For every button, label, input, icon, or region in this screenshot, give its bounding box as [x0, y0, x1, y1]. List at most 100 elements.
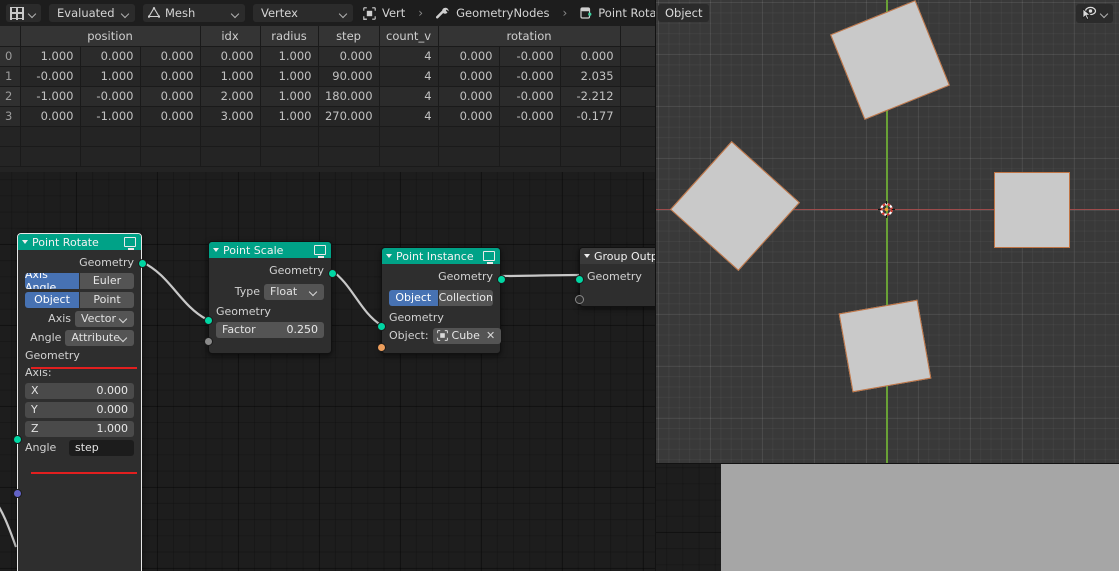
chevron-down-icon[interactable]	[1100, 9, 1109, 18]
socket-out-geometry[interactable]	[138, 259, 147, 268]
instance-bottom[interactable]	[838, 299, 932, 393]
3d-cursor-icon	[878, 201, 895, 218]
rotation-mode-euler[interactable]: Euler	[79, 272, 134, 289]
table-cell: 0.000	[438, 46, 500, 67]
column-header-count-v[interactable]: count_v	[379, 26, 439, 47]
table-cell: -2.212	[560, 86, 621, 107]
column-header-rotation[interactable]: rotation	[438, 26, 621, 47]
collapse-arrow-icon[interactable]	[386, 254, 392, 258]
node-point-scale-header[interactable]: Point Scale	[209, 242, 331, 258]
table-cell: 0.000	[438, 106, 500, 127]
node-point-rotate[interactable]: Point Rotate Geometry Axis Angle Euler O…	[13, 233, 147, 571]
viewport-visibility-filter[interactable]	[1076, 4, 1113, 23]
socket-in-geometry[interactable]	[377, 322, 386, 331]
socket-in-factor[interactable]	[204, 337, 213, 346]
angle-attribute-input[interactable]: step	[69, 439, 134, 456]
factor-field[interactable]: Factor 0.250	[216, 321, 324, 338]
socket-out-geometry[interactable]	[328, 269, 337, 278]
rotation-mode-axis-angle[interactable]: Axis Angle	[25, 272, 79, 289]
instance-left[interactable]	[670, 141, 800, 271]
viewport-3d[interactable]	[656, 0, 1119, 464]
table-cell-empty	[499, 146, 561, 167]
table-row[interactable]: 0 1.000 0.000 0.000 0.000 1.000 0.000 4 0.000 -0.…	[0, 46, 655, 67]
spreadsheet-data-region[interactable]: position idx radius step count_v rotatio…	[0, 26, 655, 172]
instance-source-object[interactable]: Object	[389, 289, 438, 306]
table-row[interactable]: 3 0.000 -1.000 0.000 3.000 1.000 270.000 4 0.000…	[0, 106, 655, 127]
node-preview-icon[interactable]	[483, 251, 495, 264]
viewport-mode-label[interactable]: Object	[658, 4, 710, 22]
link-instance-to-output	[500, 273, 580, 278]
table-cell: -0.000	[499, 86, 561, 107]
table-cell: 1.000	[260, 86, 319, 107]
node-preview-icon[interactable]	[314, 245, 326, 258]
node-point-scale[interactable]: Point Scale Geometry Type Float Geometry…	[204, 241, 337, 354]
axis-z-field[interactable]: Z 1.000	[25, 420, 134, 437]
socket-in-geometry[interactable]	[575, 275, 584, 284]
vertical-area-splitter[interactable]	[655, 0, 656, 571]
column-header-rownum[interactable]	[0, 26, 21, 47]
node-preview-icon[interactable]	[124, 237, 136, 250]
instance-right[interactable]	[994, 172, 1070, 248]
instance-source-collection[interactable]: Collection	[437, 289, 493, 306]
domain-select[interactable]: Vertex	[253, 4, 353, 22]
column-header-idx[interactable]: idx	[200, 26, 261, 47]
object-picker[interactable]: Cube ✕	[432, 327, 502, 344]
node-point-instance-header[interactable]: Point Instance	[382, 248, 500, 264]
table-cell: 1.000	[80, 66, 141, 87]
table-cell: -1.000	[20, 86, 81, 107]
instance-source-toggle[interactable]: Object Collection	[389, 289, 493, 306]
angle-input-type-select[interactable]: Attribute	[65, 329, 134, 346]
chevron-down-icon	[120, 334, 128, 342]
node-group-output-body: Geometry	[580, 264, 655, 290]
table-cell: 270.000	[318, 106, 380, 127]
socket-in-geometry[interactable]	[204, 316, 213, 325]
column-header-radius[interactable]: radius	[260, 26, 319, 47]
collapse-arrow-icon[interactable]	[22, 240, 28, 244]
column-header-step[interactable]: step	[318, 26, 380, 47]
table-cell-empty	[260, 146, 319, 167]
node-point-instance-title: Point Instance	[396, 249, 474, 263]
axis-x-row: X 0.000	[18, 381, 141, 400]
socket-in-virtual[interactable]	[575, 295, 584, 304]
geometry-node-editor[interactable]: Point Rotate Geometry Axis Angle Euler O…	[0, 172, 655, 571]
factor-row: Factor 0.250	[209, 320, 331, 339]
column-header-position[interactable]: position	[20, 26, 201, 47]
node-group-output-header[interactable]: Group Outpu	[580, 248, 655, 264]
dataset-mode-select[interactable]: Evaluated	[49, 4, 135, 22]
axis-x-field[interactable]: X 0.000	[25, 382, 134, 399]
collapse-arrow-icon[interactable]	[584, 254, 590, 258]
table-cell: 0.000	[318, 46, 380, 67]
table-cell-pad	[620, 66, 655, 87]
axis-y-field[interactable]: Y 0.000	[25, 401, 134, 418]
object-type-select[interactable]: Mesh	[143, 4, 245, 22]
output-geometry-label: Geometry	[79, 256, 134, 269]
table-cell: 0.000	[560, 46, 621, 67]
table-row[interactable]: 2 -1.000 -0.000 0.000 2.000 1.000 180.000 4 0.00…	[0, 86, 655, 107]
socket-in-geometry[interactable]	[13, 435, 22, 444]
space-object[interactable]: Object	[25, 291, 79, 308]
axis-input-type-select[interactable]: Vector	[75, 310, 134, 327]
type-row: Type Float	[209, 282, 331, 301]
node-point-rotate-header[interactable]: Point Rotate	[18, 234, 141, 250]
x-icon[interactable]: ✕	[484, 329, 497, 342]
space-point[interactable]: Point	[79, 291, 134, 308]
table-cell-pad	[620, 106, 655, 127]
table-cell: 4	[379, 66, 439, 87]
table-cell-empty	[560, 126, 621, 147]
node-point-instance[interactable]: Point Instance Geometry Object Collectio…	[377, 247, 506, 354]
editor-type-selector[interactable]	[6, 4, 41, 22]
table-cell: -0.000	[499, 66, 561, 87]
socket-out-geometry[interactable]	[497, 275, 506, 284]
instance-top[interactable]	[830, 0, 950, 120]
type-select[interactable]: Float	[264, 283, 324, 300]
node-group-output[interactable]: Group Outpu Geometry	[575, 247, 655, 307]
socket-in-axis[interactable]	[13, 489, 22, 498]
spreadsheet-icon	[10, 6, 24, 20]
socket-in-object[interactable]	[377, 343, 386, 352]
rotation-mode-toggle[interactable]: Axis Angle Euler	[25, 272, 134, 289]
table-body: 0 1.000 0.000 0.000 0.000 1.000 0.000 4 0.000 -0.…	[0, 46, 655, 167]
table-row[interactable]: 1 -0.000 1.000 0.000 1.000 1.000 90.000 4 0.000-…	[0, 66, 655, 87]
breadcrumb-domain-label: Vert	[382, 6, 406, 20]
space-toggle[interactable]: Object Point	[25, 291, 134, 308]
collapse-arrow-icon[interactable]	[213, 248, 219, 252]
